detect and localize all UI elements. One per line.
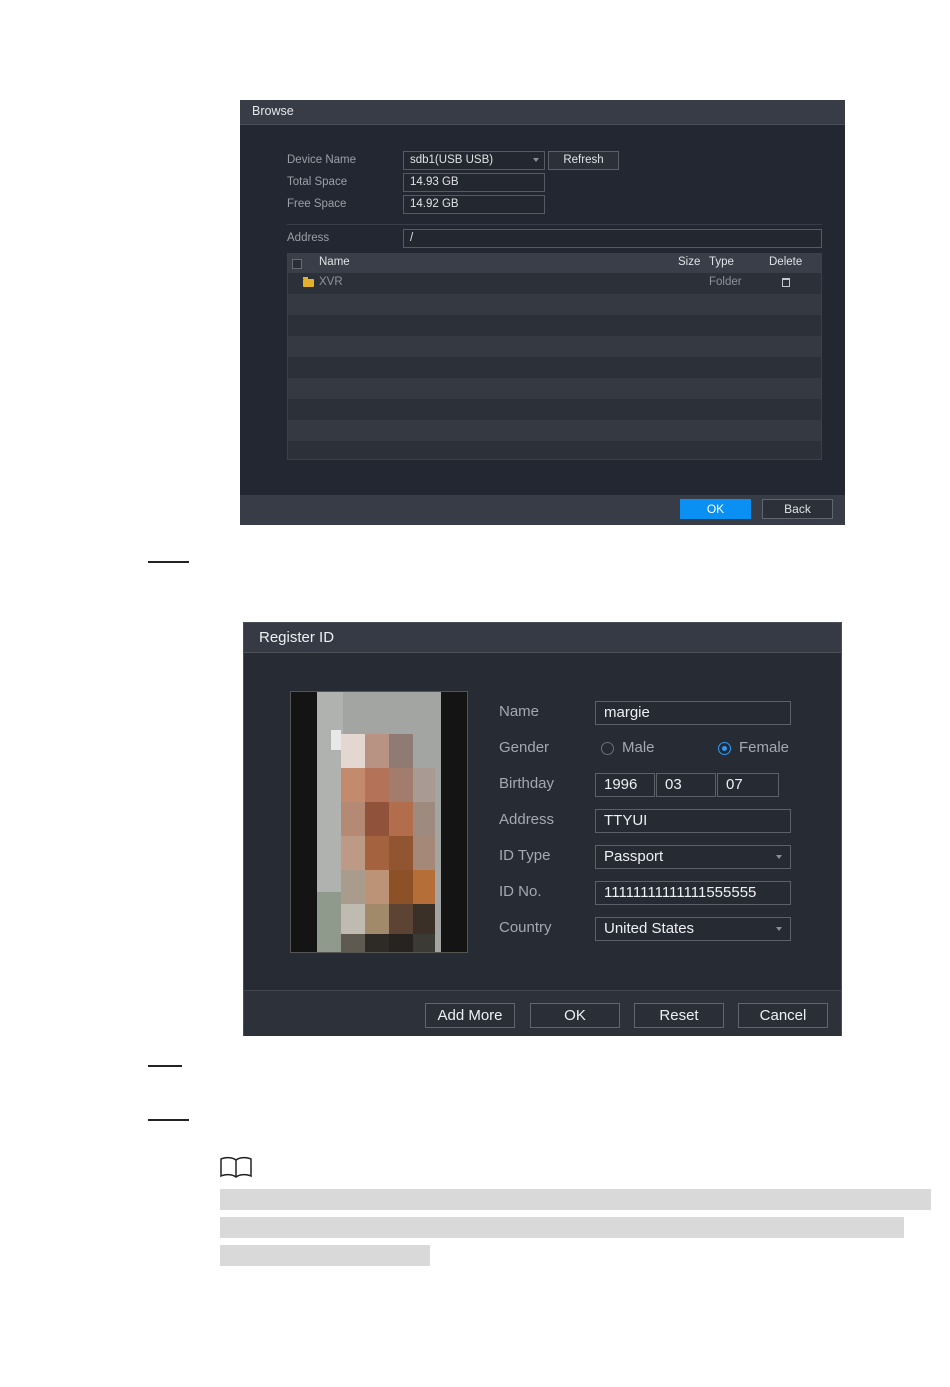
ok-button[interactable]: OK [680, 499, 751, 519]
redacted-text-line [220, 1245, 430, 1266]
id-type-label: ID Type [499, 847, 551, 864]
pixelated-face-image [291, 692, 467, 952]
reset-button[interactable]: Reset [634, 1003, 724, 1028]
trash-icon[interactable] [782, 278, 790, 287]
refresh-button[interactable]: Refresh [548, 151, 619, 170]
address-label: Address [287, 232, 330, 244]
gender-male-radio[interactable] [601, 742, 614, 755]
column-name: Name [319, 256, 350, 268]
id-type-value: Passport [604, 848, 664, 865]
name-field[interactable]: margie [595, 701, 791, 725]
id-no-field[interactable]: 11111111111111555555 [595, 881, 791, 905]
empty-row [288, 315, 821, 336]
total-space-field: 14.93 GB [403, 173, 545, 192]
device-name-value: sdb1(USB USB) [410, 154, 494, 166]
empty-row [288, 420, 821, 441]
birthday-month-field[interactable]: 03 [656, 773, 716, 797]
address-field[interactable]: TTYUI [595, 809, 791, 833]
table-header: Name Size Type Delete [288, 254, 821, 273]
column-type: Type [709, 256, 734, 268]
empty-row [288, 399, 821, 420]
chevron-down-icon [776, 855, 782, 859]
birthday-label: Birthday [499, 775, 555, 792]
country-select[interactable]: United States [595, 917, 791, 941]
browse-dialog: Browse Device Name sdb1(USB USB) Refresh… [240, 100, 845, 525]
device-name-label: Device Name [287, 154, 357, 166]
register-titlebar: Register ID [244, 623, 841, 653]
country-value: United States [604, 920, 695, 937]
total-space-label: Total Space [287, 176, 348, 188]
device-name-select[interactable]: sdb1(USB USB) [403, 151, 545, 170]
free-space-field: 14.92 GB [403, 195, 545, 214]
redacted-text-line [220, 1217, 904, 1238]
register-footer: Add More OK Reset Cancel [244, 990, 841, 1036]
register-id-dialog: Register ID Name margie Gender Male Fema… [243, 622, 842, 1036]
gender-female-radio[interactable] [718, 742, 731, 755]
gender-male-label: Male [622, 739, 655, 756]
row-type: Folder [709, 276, 742, 288]
country-label: Country [499, 919, 552, 936]
register-title: Register ID [259, 629, 335, 646]
file-table: Name Size Type Delete XVR Folder [287, 253, 822, 460]
empty-row [288, 294, 821, 315]
book-icon [220, 1156, 252, 1178]
row-name: XVR [319, 276, 343, 288]
step-marker [148, 1065, 182, 1067]
add-more-button[interactable]: Add More [425, 1003, 515, 1028]
browse-title: Browse [252, 104, 294, 118]
address-field[interactable]: / [403, 229, 822, 248]
chevron-down-icon [533, 158, 539, 162]
birthday-year-field[interactable]: 1996 [595, 773, 655, 797]
folder-icon [303, 277, 314, 287]
select-all-checkbox[interactable] [292, 259, 302, 269]
step-marker [148, 561, 189, 563]
table-row[interactable]: XVR Folder [288, 273, 821, 294]
browse-footer: OK Back [240, 495, 845, 525]
browse-titlebar: Browse [240, 100, 845, 125]
column-delete: Delete [769, 256, 803, 268]
empty-row [288, 357, 821, 378]
gender-female-label: Female [739, 739, 790, 756]
divider [287, 224, 822, 225]
back-button[interactable]: Back [762, 499, 833, 519]
gender-label: Gender [499, 739, 550, 756]
free-space-label: Free Space [287, 198, 347, 210]
address-label: Address [499, 811, 555, 828]
redacted-text-line [220, 1189, 931, 1210]
birthday-day-field[interactable]: 07 [717, 773, 779, 797]
id-type-select[interactable]: Passport [595, 845, 791, 869]
column-size: Size [678, 256, 701, 268]
cancel-button[interactable]: Cancel [738, 1003, 828, 1028]
name-label: Name [499, 703, 540, 720]
empty-row [288, 441, 821, 459]
chevron-down-icon [776, 927, 782, 931]
id-no-label: ID No. [499, 883, 542, 900]
empty-row [288, 336, 821, 357]
ok-button[interactable]: OK [530, 1003, 620, 1028]
empty-row [288, 378, 821, 399]
step-marker [148, 1119, 189, 1121]
face-photo [290, 691, 468, 953]
